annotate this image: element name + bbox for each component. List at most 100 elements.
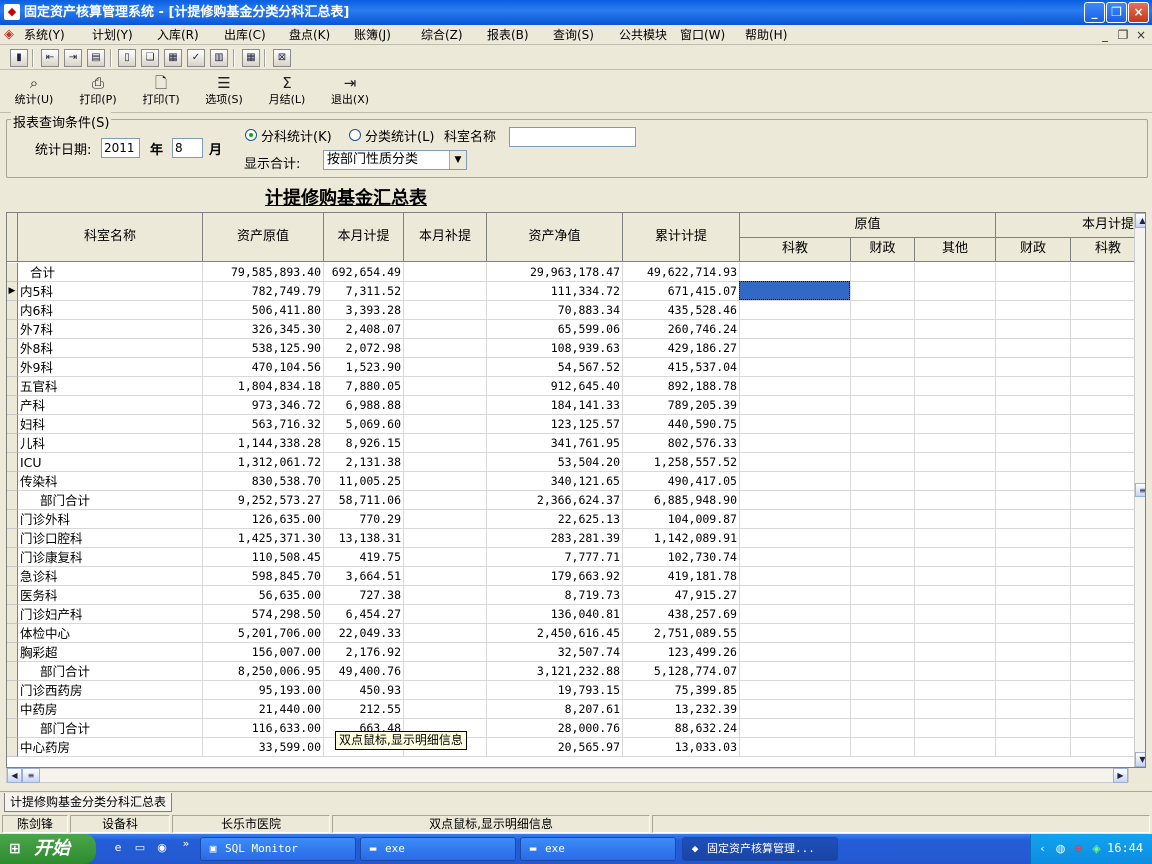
cell-month-supplement[interactable]	[404, 643, 487, 662]
cell-empty[interactable]	[851, 339, 915, 358]
col-header-orig-value[interactable]: 资产原值	[203, 213, 324, 262]
cell-empty[interactable]	[851, 415, 915, 434]
cell-month-accrual[interactable]: 8,926.15	[324, 434, 404, 453]
cell-dept-name[interactable]: 内5科	[18, 282, 203, 301]
cell-empty[interactable]	[851, 472, 915, 491]
cell-cumulative[interactable]: 892,188.78	[623, 377, 740, 396]
cell-orig-value[interactable]: 538,125.90	[203, 339, 324, 358]
row-indicator[interactable]	[7, 434, 18, 453]
cell-net-value[interactable]: 32,507.74	[487, 643, 623, 662]
menu-common[interactable]: 公共模块	[619, 27, 667, 43]
cell-empty[interactable]	[851, 453, 915, 472]
cell-empty[interactable]	[996, 320, 1071, 339]
cell-empty[interactable]	[996, 263, 1071, 282]
cell-empty[interactable]	[996, 301, 1071, 320]
cell-empty[interactable]	[996, 700, 1071, 719]
cell-empty[interactable]	[740, 510, 851, 529]
cell-empty[interactable]	[996, 624, 1071, 643]
row-indicator[interactable]	[7, 453, 18, 472]
cell-empty[interactable]	[740, 548, 851, 567]
cell-cumulative[interactable]: 102,730.74	[623, 548, 740, 567]
cell-net-value[interactable]: 53,504.20	[487, 453, 623, 472]
cell-empty[interactable]	[996, 567, 1071, 586]
stats-button[interactable]: ⌕ 统计(U)	[6, 73, 62, 111]
cell-empty[interactable]	[851, 263, 915, 282]
cell-empty[interactable]	[851, 548, 915, 567]
cell-empty[interactable]	[996, 434, 1071, 453]
mdi-restore-button[interactable]: ❐	[1116, 27, 1130, 43]
cell-net-value[interactable]: 28,000.76	[487, 719, 623, 738]
cell-empty[interactable]	[740, 567, 851, 586]
new-document-icon[interactable]: ▯	[118, 49, 136, 67]
tray-expand-icon[interactable]: ‹	[1035, 841, 1050, 856]
quicklaunch-desktop-icon[interactable]: ▭	[132, 840, 148, 856]
cell-empty[interactable]	[915, 586, 996, 605]
cell-net-value[interactable]: 8,207.61	[487, 700, 623, 719]
cell-dept-name[interactable]: 门诊康复科	[18, 548, 203, 567]
cell-orig-value[interactable]: 1,144,338.28	[203, 434, 324, 453]
task-sql-monitor[interactable]: ▣ SQL Monitor	[200, 837, 356, 861]
cell-empty[interactable]	[915, 624, 996, 643]
cell-orig-value[interactable]: 470,104.56	[203, 358, 324, 377]
cell-empty[interactable]	[740, 529, 851, 548]
cell-net-value[interactable]: 20,565.97	[487, 738, 623, 757]
cell-empty[interactable]	[740, 681, 851, 700]
tray-shield-icon[interactable]: ◈	[1089, 841, 1104, 856]
hscroll-thumb[interactable]: ≡	[22, 768, 40, 783]
row-indicator[interactable]	[7, 548, 18, 567]
cell-empty[interactable]	[851, 320, 915, 339]
cell-month-supplement[interactable]	[404, 605, 487, 624]
menu-window[interactable]: 窗口(W)	[680, 27, 725, 43]
cell-dept-name[interactable]: 五官科	[18, 377, 203, 396]
cell-month-supplement[interactable]	[404, 624, 487, 643]
cell-empty[interactable]	[996, 491, 1071, 510]
vertical-scrollbar[interactable]: ▲ ≡ ▼	[1134, 213, 1145, 767]
cell-empty[interactable]	[851, 510, 915, 529]
cell-empty[interactable]	[851, 681, 915, 700]
row-indicator[interactable]	[7, 472, 18, 491]
cell-empty[interactable]	[915, 567, 996, 586]
cell-empty[interactable]	[851, 586, 915, 605]
cell-empty[interactable]	[740, 339, 851, 358]
cell-empty[interactable]	[740, 643, 851, 662]
cell-orig-value[interactable]: 8,250,006.95	[203, 662, 324, 681]
menu-stock-in[interactable]: 入库(R)	[157, 27, 199, 43]
print-button[interactable]: ⎙ 打印(P)	[70, 73, 126, 111]
cell-empty[interactable]	[851, 377, 915, 396]
cell-month-supplement[interactable]	[404, 548, 487, 567]
check-document-icon[interactable]: ✓	[187, 49, 205, 67]
cell-orig-value[interactable]: 782,749.79	[203, 282, 324, 301]
cell-month-supplement[interactable]	[404, 282, 487, 301]
cell-cumulative[interactable]: 75,399.85	[623, 681, 740, 700]
cell-empty[interactable]	[740, 301, 851, 320]
cell-net-value[interactable]: 184,141.33	[487, 396, 623, 415]
cell-dept-name[interactable]: 儿科	[18, 434, 203, 453]
cell-net-value[interactable]: 2,450,616.45	[487, 624, 623, 643]
col-header-accrual-finance[interactable]: 财政	[996, 238, 1071, 262]
cell-dept-name[interactable]: 传染科	[18, 472, 203, 491]
thermometer-icon[interactable]: ▮	[10, 49, 28, 67]
cell-empty[interactable]	[740, 719, 851, 738]
cell-month-accrual[interactable]: 419.75	[324, 548, 404, 567]
close-button[interactable]: ×	[1128, 2, 1149, 23]
cell-cumulative[interactable]: 490,417.05	[623, 472, 740, 491]
clipboard-icon[interactable]: ▤	[87, 49, 105, 67]
cell-orig-value[interactable]: 126,635.00	[203, 510, 324, 529]
cell-empty[interactable]	[915, 510, 996, 529]
cell-month-supplement[interactable]	[404, 339, 487, 358]
cell-orig-value[interactable]: 156,007.00	[203, 643, 324, 662]
cell-dept-name[interactable]: 胸彩超	[18, 643, 203, 662]
cell-cumulative[interactable]: 789,205.39	[623, 396, 740, 415]
cell-month-accrual[interactable]: 7,880.05	[324, 377, 404, 396]
cell-empty[interactable]	[915, 339, 996, 358]
cell-orig-value[interactable]: 79,585,893.40	[203, 263, 324, 282]
cell-orig-value[interactable]: 830,538.70	[203, 472, 324, 491]
row-indicator[interactable]	[7, 301, 18, 320]
cell-empty[interactable]	[915, 434, 996, 453]
cell-empty[interactable]	[996, 510, 1071, 529]
cell-empty[interactable]	[740, 358, 851, 377]
cell-empty[interactable]	[740, 320, 851, 339]
tray-block-icon[interactable]: ⊖	[1071, 841, 1086, 856]
cell-empty[interactable]	[996, 738, 1071, 757]
cell-cumulative[interactable]: 13,232.39	[623, 700, 740, 719]
